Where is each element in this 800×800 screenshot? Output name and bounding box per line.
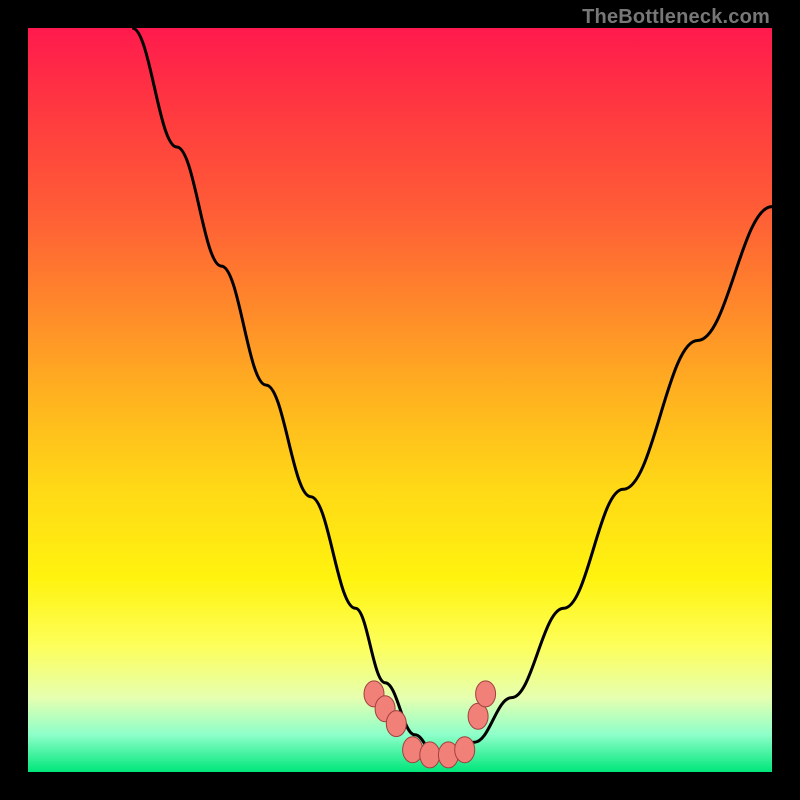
- watermark-text: TheBottleneck.com: [582, 6, 770, 29]
- bottleneck-chart-svg: [28, 28, 772, 772]
- curve-marker: [476, 681, 496, 707]
- bottleneck-curve: [132, 28, 772, 757]
- marker-group: [364, 681, 496, 768]
- chart-frame: TheBottleneck.com: [0, 0, 800, 800]
- curve-marker: [403, 737, 423, 763]
- curve-marker: [455, 737, 475, 763]
- curve-marker: [420, 742, 440, 768]
- gradient-plot-area: [28, 28, 772, 772]
- curve-marker: [386, 711, 406, 737]
